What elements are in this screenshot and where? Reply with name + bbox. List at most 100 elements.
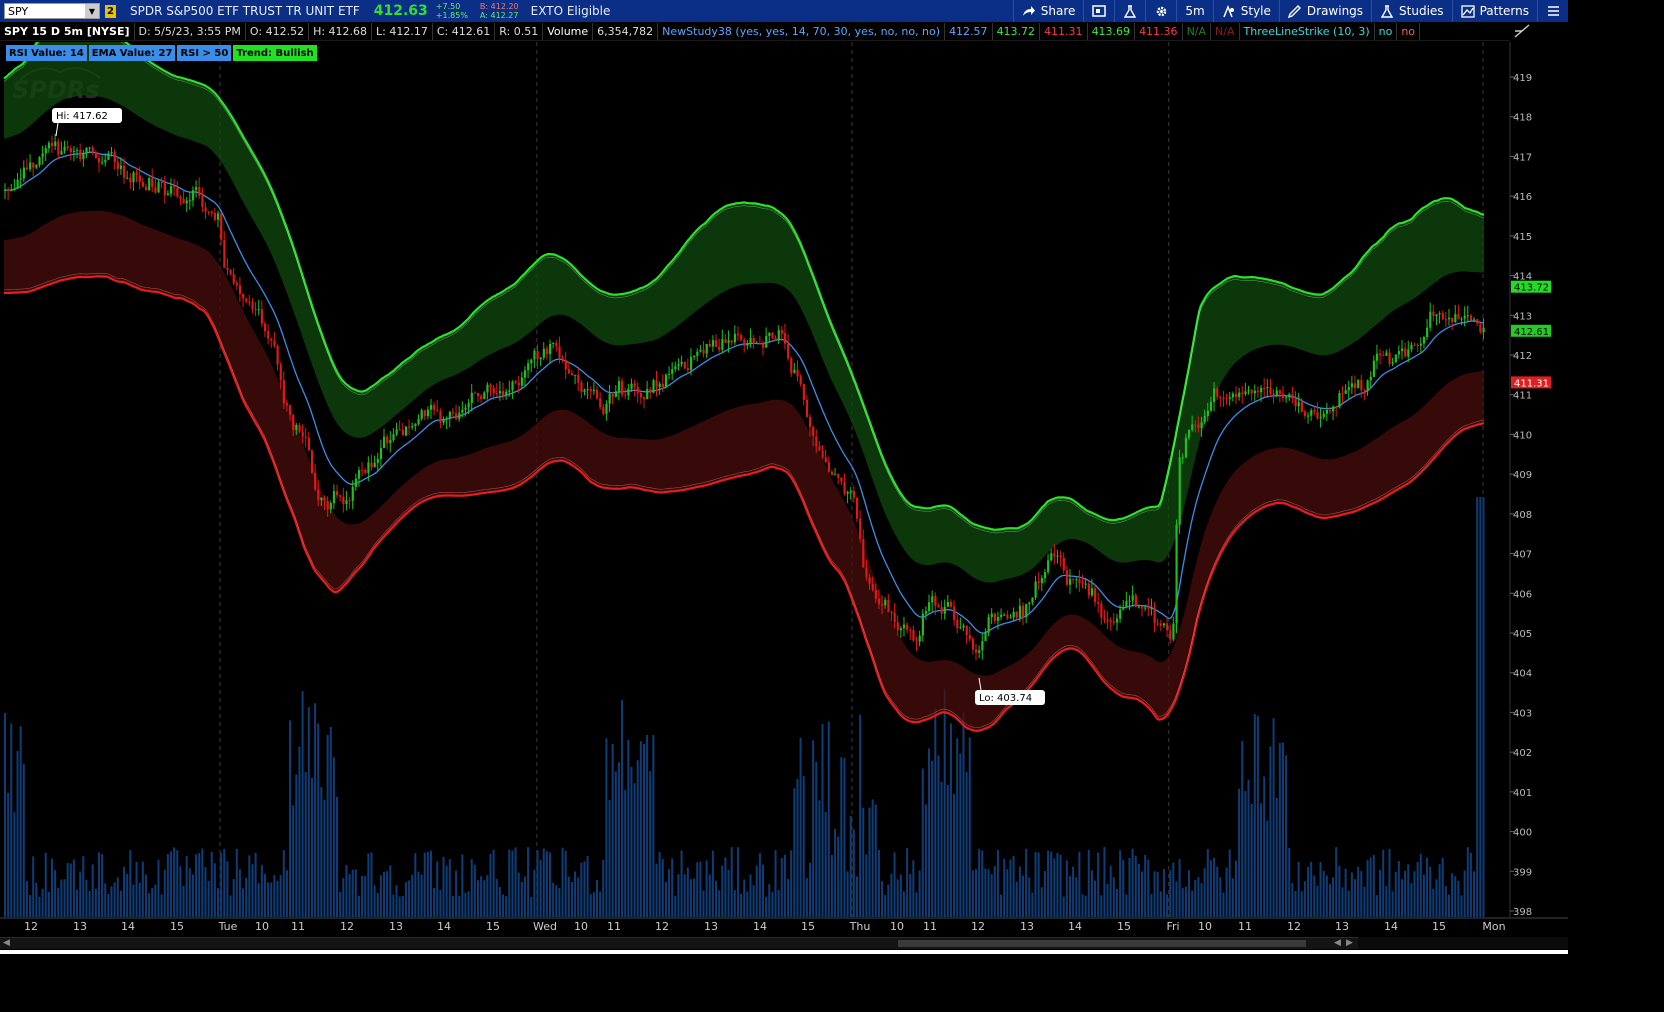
candle-body bbox=[871, 583, 874, 590]
candle-body bbox=[1006, 614, 1009, 619]
timeframe-button[interactable]: 5m bbox=[1176, 0, 1212, 22]
y-tick-label: 417 bbox=[1513, 152, 1532, 163]
candle-body bbox=[232, 274, 235, 283]
price-chart[interactable]: SPDRs Hi: 417.62Lo: 403.74 3983994004014… bbox=[0, 42, 1568, 934]
scroll-left-icon[interactable]: ◀ bbox=[3, 938, 10, 948]
volume-bar bbox=[1247, 779, 1250, 917]
candle-body bbox=[984, 632, 987, 642]
candle-body bbox=[417, 418, 420, 424]
menu-button[interactable] bbox=[1537, 0, 1568, 22]
volume-bar bbox=[840, 757, 843, 917]
volume-bar bbox=[1068, 876, 1071, 917]
candle-body bbox=[129, 177, 132, 183]
x-tick-label: 11 bbox=[291, 920, 305, 933]
volume-bar bbox=[699, 861, 702, 917]
candle-body bbox=[1219, 397, 1222, 399]
zoom-tools[interactable] bbox=[1358, 937, 1568, 949]
volume-bar bbox=[780, 857, 783, 917]
y-tick-label: 415 bbox=[1513, 232, 1532, 243]
volume-bar bbox=[586, 855, 589, 917]
candle-body bbox=[1473, 319, 1476, 321]
volume-bar bbox=[1134, 855, 1137, 917]
candle-body bbox=[599, 398, 602, 408]
style-icon bbox=[1222, 4, 1236, 17]
candle-body bbox=[1281, 393, 1285, 398]
link-group-badge[interactable]: 2 bbox=[105, 4, 116, 18]
horizontal-scrollbar[interactable]: ◀ ◀ ▶ bbox=[0, 937, 1568, 949]
candle-body bbox=[1003, 614, 1006, 616]
study-name[interactable]: NewStudy38 (yes, yes, 14, 70, 30, yes, n… bbox=[658, 22, 946, 40]
symbol-input[interactable]: SPY ▼ bbox=[4, 3, 100, 19]
drawing-tool-icon[interactable] bbox=[1514, 24, 1530, 42]
share-button[interactable]: Share bbox=[1012, 0, 1084, 22]
volume-bar bbox=[392, 894, 395, 917]
price-tag-label: 413.72 bbox=[1514, 283, 1549, 294]
volume-bar bbox=[307, 707, 310, 917]
scroll-right-icon[interactable]: ▶ bbox=[1346, 938, 1353, 948]
volume-bar bbox=[674, 895, 677, 917]
candle-body bbox=[1410, 344, 1413, 350]
study-value-na2: N/A bbox=[1211, 22, 1240, 40]
candle-body bbox=[207, 211, 210, 213]
volume-bar bbox=[1006, 869, 1009, 917]
symbol-dropdown-icon[interactable]: ▼ bbox=[85, 4, 99, 18]
volume-bar bbox=[1153, 871, 1156, 917]
candle-body bbox=[254, 309, 257, 311]
grid-layout-button[interactable] bbox=[1083, 0, 1114, 22]
volume-bar bbox=[746, 891, 749, 917]
volume-bar bbox=[383, 871, 386, 917]
volume-bar bbox=[298, 746, 301, 917]
share-label: Share bbox=[1040, 4, 1076, 18]
scrollbar-thumb[interactable] bbox=[898, 940, 1306, 947]
candle-body bbox=[54, 141, 57, 146]
candle-body bbox=[1122, 606, 1125, 610]
candle-body bbox=[94, 152, 98, 159]
volume-bar bbox=[1150, 894, 1153, 917]
volume-bar bbox=[517, 872, 520, 917]
candle-body bbox=[508, 390, 511, 392]
volume-bar bbox=[577, 877, 580, 917]
volume-bar bbox=[22, 763, 25, 917]
volume-bar bbox=[1128, 857, 1131, 917]
volume-bar bbox=[1125, 894, 1128, 917]
volume-bar bbox=[993, 866, 996, 917]
x-tick-label: 10 bbox=[574, 920, 588, 933]
candle-body bbox=[295, 425, 298, 430]
candle-body bbox=[840, 477, 843, 482]
candle-body bbox=[414, 423, 417, 427]
candle-body bbox=[552, 342, 555, 345]
volume-bar bbox=[931, 760, 934, 917]
candle-body bbox=[436, 409, 439, 412]
candle-body bbox=[1059, 555, 1062, 558]
last-price: 412.63 bbox=[373, 3, 428, 19]
candle-body bbox=[1209, 401, 1213, 411]
scroll-back-icon[interactable]: ◀ bbox=[1334, 938, 1341, 948]
candle-body bbox=[502, 391, 505, 396]
candle-body bbox=[76, 150, 79, 152]
volume-bar bbox=[1307, 867, 1310, 917]
volume-bar bbox=[783, 854, 786, 917]
studies-button[interactable]: Studies bbox=[1371, 0, 1452, 22]
time-axis[interactable]: 12 13 14 15 Tue 10 11 12 13 14 15 Wed 10 11 12 13 14 15 Th… bbox=[0, 917, 1568, 933]
volume-label[interactable]: Volume bbox=[543, 22, 594, 40]
candle-body bbox=[354, 478, 358, 487]
candle-body bbox=[699, 350, 702, 352]
volume-bar bbox=[72, 859, 75, 917]
threelinestrike-name[interactable]: ThreeLineStrike (10, 3) bbox=[1240, 22, 1375, 40]
settings-button[interactable] bbox=[1145, 0, 1176, 22]
candle-body bbox=[736, 333, 740, 336]
drawings-button[interactable]: Drawings bbox=[1278, 0, 1371, 22]
flask-button[interactable] bbox=[1114, 0, 1145, 22]
candle-body bbox=[1341, 393, 1344, 395]
candle-body bbox=[1025, 604, 1028, 618]
y-tick-label: 403 bbox=[1513, 708, 1532, 719]
candle-body bbox=[226, 267, 229, 270]
style-button[interactable]: Style bbox=[1212, 0, 1279, 22]
patterns-button[interactable]: Patterns bbox=[1451, 0, 1537, 22]
price-axis[interactable]: 398 399 400 401 402 403 404 405 406 407 408 409 410 4… bbox=[1510, 73, 1532, 918]
y-tick-label: 398 bbox=[1513, 907, 1532, 918]
volume-bar bbox=[928, 748, 931, 917]
y-tick-label: 402 bbox=[1513, 748, 1532, 759]
volume-bar bbox=[367, 853, 370, 917]
volume-bar bbox=[542, 848, 545, 917]
